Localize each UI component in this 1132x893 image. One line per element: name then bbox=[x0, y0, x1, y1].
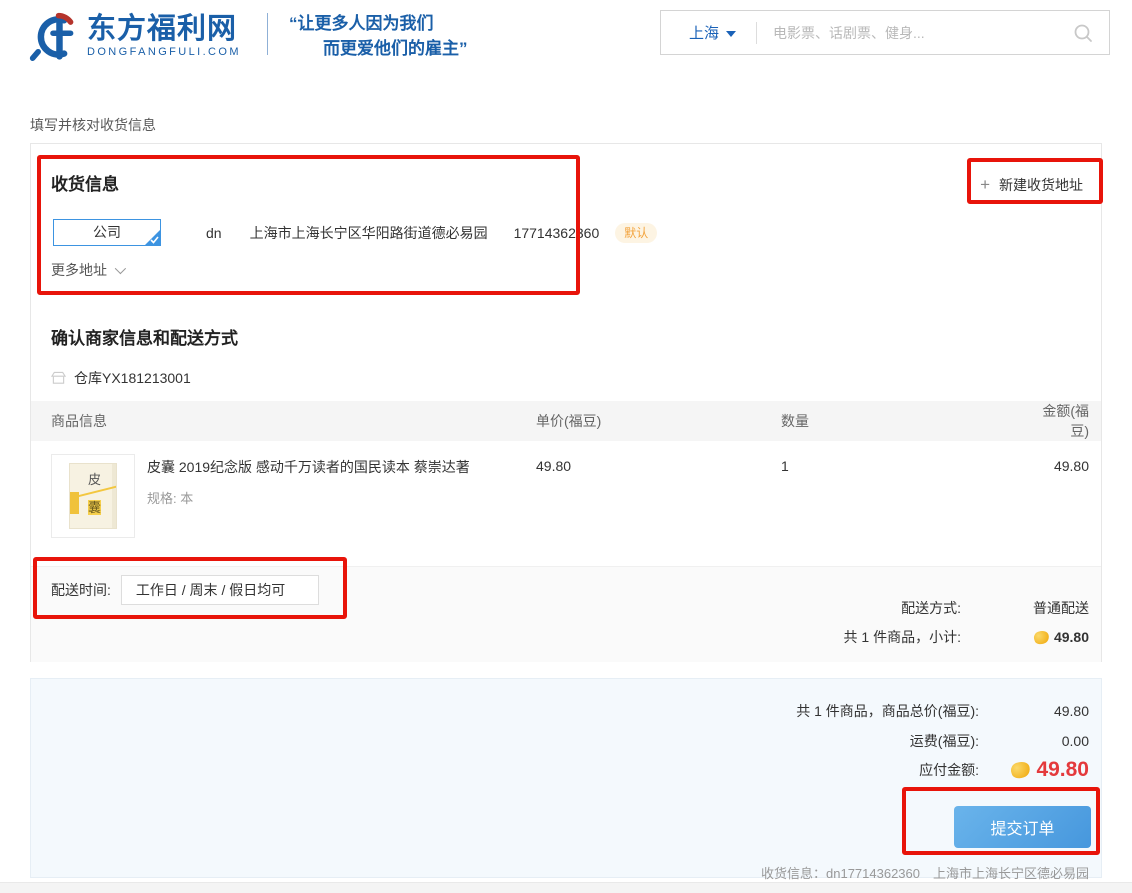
recipient-name: dn bbox=[206, 225, 222, 241]
page-title: 填写并核对收货信息 bbox=[30, 115, 156, 135]
warehouse-icon bbox=[51, 371, 66, 385]
check-icon bbox=[150, 236, 159, 244]
more-addresses-label: 更多地址 bbox=[51, 260, 107, 280]
address-tag-label: 公司 bbox=[93, 224, 121, 240]
section-title-address: 收货信息 bbox=[51, 170, 119, 195]
default-badge: 默认 bbox=[615, 223, 657, 243]
summary-panel: 共 1 件商品，商品总价(福豆): 49.80 运费(福豆): 0.00 应付金… bbox=[30, 678, 1102, 878]
city-selector-label: 上海 bbox=[689, 22, 719, 43]
address-tag-company[interactable]: 公司 bbox=[53, 219, 161, 246]
footer-address-info: 收货信息：dn17714362360 上海市上海长宁区德必易园 bbox=[761, 863, 1089, 882]
address-text: 上海市上海长宁区华阳路街道德必易园 bbox=[250, 223, 488, 243]
chevron-down-icon bbox=[115, 263, 126, 274]
unit-price-value: 49.80 bbox=[536, 454, 781, 474]
shipping-row: 运费(福豆): 0.00 bbox=[559, 731, 1089, 751]
order-table-header: 商品信息 单价(福豆) 数量 金额(福豆) bbox=[31, 401, 1101, 441]
product-spec: 规格: 本 bbox=[147, 488, 470, 507]
address-row: 公司 dn 上海市上海长宁区华阳路街道德必易园 17714362360 默认 bbox=[53, 219, 657, 246]
subtotal-label: 共 1 件商品，小计: bbox=[641, 627, 961, 647]
delivery-time-select[interactable]: 工作日 / 周末 / 假日均可 bbox=[121, 575, 319, 605]
total-row: 共 1 件商品，商品总价(福豆): 49.80 bbox=[559, 701, 1089, 721]
amount-value: 49.80 bbox=[1031, 454, 1089, 474]
footer-strip bbox=[0, 882, 1132, 893]
phone-number: 17714362360 bbox=[514, 225, 600, 241]
table-row: 皮 囊 皮囊 2019纪念版 感动千万读者的国民读本 蔡崇达著 规格: 本 49… bbox=[31, 454, 1101, 538]
payable-label: 应付金额: bbox=[559, 760, 979, 780]
more-addresses-link[interactable]: 更多地址 bbox=[51, 260, 123, 280]
search-divider bbox=[756, 22, 757, 44]
col-quantity: 数量 bbox=[781, 411, 1031, 431]
logo-mark-icon bbox=[28, 11, 78, 61]
section-title-merchant: 确认商家信息和配送方式 bbox=[51, 324, 238, 349]
col-amount: 金额(福豆) bbox=[1031, 401, 1089, 441]
brand-tagline: “让更多人因为我们 而更爱他们的雇主” bbox=[289, 11, 468, 61]
new-address-label: 新建收货地址 bbox=[999, 175, 1083, 195]
delivery-block: 配送时间: 工作日 / 周末 / 假日均可 配送方式: 普通配送 共 1 件商品… bbox=[31, 566, 1101, 662]
product-name[interactable]: 皮囊 2019纪念版 感动千万读者的国民读本 蔡崇达著 bbox=[147, 457, 470, 477]
col-unit-price: 单价(福豆) bbox=[536, 411, 781, 431]
brand-domain: DONGFANGFULI.COM bbox=[87, 46, 241, 58]
header-divider bbox=[267, 13, 268, 55]
delivery-method-label: 配送方式: bbox=[641, 598, 961, 618]
delivery-method-value: 普通配送 bbox=[961, 598, 1089, 618]
book-cover: 皮 囊 bbox=[69, 463, 117, 529]
quantity-value: 1 bbox=[781, 454, 1031, 474]
warehouse-label: 仓库YX181213001 bbox=[74, 368, 191, 388]
warehouse-row: 仓库YX181213001 bbox=[51, 368, 191, 388]
payable-value: 49.80 bbox=[1036, 758, 1089, 782]
payable-row: 应付金额: 49.80 bbox=[559, 758, 1089, 782]
bean-icon bbox=[1009, 759, 1032, 780]
search-icon[interactable] bbox=[1073, 23, 1093, 43]
plus-icon: + bbox=[980, 178, 990, 192]
product-image: 皮 囊 bbox=[51, 454, 135, 538]
col-product: 商品信息 bbox=[51, 411, 536, 431]
book-label-strip bbox=[70, 492, 79, 514]
header: 东方福利网 DONGFANGFULI.COM “让更多人因为我们 而更爱他们的雇… bbox=[0, 0, 1132, 72]
caret-down-icon bbox=[726, 31, 736, 37]
shipping-value: 0.00 bbox=[979, 733, 1089, 749]
site-logo[interactable]: 东方福利网 DONGFANGFULI.COM bbox=[28, 11, 241, 61]
search-input[interactable] bbox=[773, 25, 1073, 41]
bean-icon bbox=[1032, 629, 1050, 646]
new-address-button[interactable]: + 新建收货地址 bbox=[980, 175, 1083, 195]
search-bar: 上海 bbox=[660, 10, 1110, 55]
delivery-time-label: 配送时间: bbox=[51, 580, 111, 600]
total-value: 49.80 bbox=[979, 703, 1089, 719]
order-card: 收货信息 + 新建收货地址 公司 dn 上海市上海长宁区华阳路街道德必易园 17… bbox=[30, 143, 1102, 662]
submit-order-button[interactable]: 提交订单 bbox=[954, 806, 1091, 848]
brand-name: 东方福利网 bbox=[87, 13, 241, 45]
city-selector[interactable]: 上海 bbox=[689, 22, 736, 43]
subtotal-value: 49.80 bbox=[1054, 629, 1089, 645]
